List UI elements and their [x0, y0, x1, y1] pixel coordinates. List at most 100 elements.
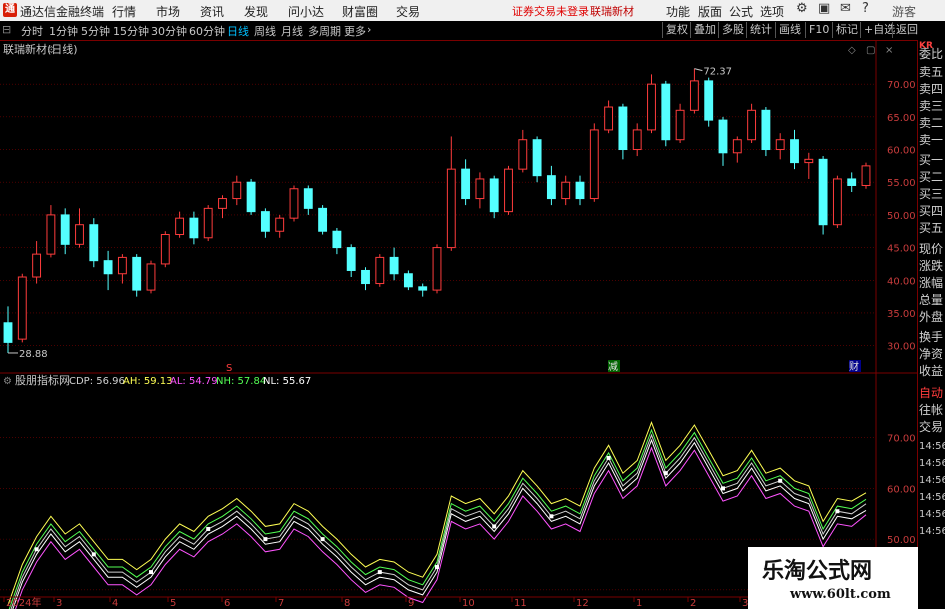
signal-marker-s[interactable]: S [226, 363, 232, 374]
high-arrow-icon [694, 68, 703, 72]
period-monthly[interactable]: 月线 [281, 23, 303, 39]
price-tick-label: 40.00 [887, 276, 916, 287]
label-volume: 总量 [919, 293, 944, 307]
tick-time: 14:56 [919, 458, 945, 469]
menu-gongneng[interactable]: 功能 [666, 3, 690, 20]
date-tick-label: 11 [514, 598, 527, 609]
title-dropdown-icon[interactable]: ⚙ [47, 45, 56, 56]
scroll-left-icon[interactable]: ⊟ [2, 23, 11, 36]
tick-time: 14:56 [919, 526, 945, 537]
candle-body [818, 158, 828, 226]
chart-expand-icon[interactable]: ▢ [866, 45, 875, 56]
menu-faxian[interactable]: 发现 [244, 3, 268, 20]
chart-close-icon[interactable]: × [885, 45, 893, 56]
menu-hangqing[interactable]: 行情 [112, 3, 136, 20]
tick-time: 14:56 [919, 475, 945, 486]
tool-diejia[interactable]: 叠加 [690, 22, 716, 38]
candle-body [32, 253, 42, 278]
period-toolbar: ⊟ 分时 1分钟 5分钟 15分钟 30分钟 60分钟 日线 周线 月线 多周期… [0, 21, 945, 41]
candle-body [432, 247, 442, 291]
date-tick-label: 7 [278, 598, 284, 609]
menu-xuanxiang[interactable]: 选项 [760, 3, 784, 20]
tool-tongji[interactable]: 统计 [746, 22, 772, 38]
candle-body [632, 129, 642, 151]
candle-body [604, 106, 614, 131]
tool-add-watchlist[interactable]: +自选 [860, 22, 895, 38]
indicator-tick-label: 50.00 [887, 535, 916, 546]
label-turnover: 换手 [919, 330, 944, 344]
menu-caifuquan[interactable]: 财富圈 [342, 3, 378, 20]
period-1min[interactable]: 1分钟 [49, 23, 78, 39]
label-trade[interactable]: 交易 [919, 419, 945, 435]
candle-body [318, 207, 328, 232]
tool-f10[interactable]: F10 [805, 22, 829, 38]
menu-jiaoyi[interactable]: 交易 [396, 3, 420, 20]
period-fenshi[interactable]: 分时 [21, 23, 43, 39]
settings-gear-icon[interactable]: ⚙ [796, 1, 808, 16]
period-15min[interactable]: 15分钟 [113, 23, 149, 39]
candle-body [418, 286, 428, 291]
menu-wenxiaoda[interactable]: 问小达 [288, 3, 324, 20]
label-account[interactable]: 往帐 [919, 402, 945, 418]
candle-body [790, 139, 799, 164]
label-sell3: 卖三 [919, 99, 944, 113]
message-icon[interactable]: ✉ [840, 1, 851, 16]
user-name[interactable]: 游客 [892, 3, 916, 20]
main-price-axis: 30.00 35.00 40.00 45.00 50.00 55.00 60.00 65.00… [887, 80, 916, 353]
chart-diamond-icon[interactable]: ◇ [848, 45, 856, 56]
label-change-pct: 涨幅 [919, 276, 944, 290]
trade-login-status[interactable]: 证券交易未登录 [512, 3, 589, 19]
cdp-readout: CDP: 56.96 [69, 376, 125, 387]
period-more[interactable]: 更多 [344, 23, 366, 39]
period-daily[interactable]: 日线 [227, 23, 249, 39]
finance-marker[interactable]: 财 [849, 360, 859, 373]
candle-body [461, 168, 471, 200]
help-icon[interactable]: ? [862, 1, 869, 16]
tool-huaxian[interactable]: 画线 [775, 22, 801, 38]
skin-icon[interactable]: ▣ [818, 1, 830, 16]
reduce-marker[interactable]: 减 [608, 361, 618, 373]
menu-banmian[interactable]: 版面 [698, 3, 722, 20]
al-readout: AL: 54.79 [170, 376, 218, 387]
price-tick-label: 50.00 [887, 211, 916, 222]
label-auto[interactable]: 自动 [919, 385, 945, 401]
menu-zixun[interactable]: 资讯 [200, 3, 224, 20]
candle-body [260, 211, 270, 232]
period-weekly[interactable]: 周线 [254, 23, 276, 39]
period-5min[interactable]: 5分钟 [81, 23, 110, 39]
main-chart-title: 联瑞新材(日线) [3, 42, 78, 56]
candle-body [303, 188, 313, 209]
tool-duogu[interactable]: 多股 [718, 22, 744, 38]
cdp-dot [549, 514, 554, 519]
app-logo-icon: 通 [3, 3, 17, 17]
candle-body [218, 198, 227, 209]
indicator-settings-icon[interactable]: ⚙ [3, 376, 12, 387]
menu-gongshi[interactable]: 公式 [729, 3, 753, 20]
candle-body [589, 129, 599, 200]
label-outer-volume: 外盘 [919, 310, 944, 324]
cdp-dot [377, 570, 382, 575]
more-chevron-icon[interactable]: › [367, 23, 371, 36]
price-tick-label: 35.00 [887, 309, 916, 320]
app-title: 通达信金融终端 [20, 5, 105, 19]
indicator-lines [7, 420, 867, 609]
candle-body [146, 263, 156, 291]
cdp-dot [606, 455, 611, 460]
candle-body [117, 256, 127, 275]
tool-back[interactable]: 返回 [892, 22, 918, 38]
date-tick-label: 5 [170, 598, 176, 609]
candle-body [17, 276, 27, 340]
candle-body [689, 80, 699, 111]
label-price: 现价 [919, 242, 944, 256]
watermark-url: www.60lt.com [790, 587, 891, 602]
chart-area[interactable]: 30.00 35.00 40.00 45.00 50.00 55.00 60.00 65.00… [0, 40, 917, 609]
period-multi[interactable]: 多周期 [308, 23, 341, 39]
tool-fuquan[interactable]: 复权 [662, 22, 688, 38]
candle-body [832, 178, 842, 226]
period-30min[interactable]: 30分钟 [151, 23, 187, 39]
candle-body [546, 175, 556, 200]
candle-body [346, 247, 356, 271]
tool-biaoji[interactable]: 标记 [832, 22, 858, 38]
menu-shichang[interactable]: 市场 [156, 3, 180, 20]
period-60min[interactable]: 60分钟 [189, 23, 225, 39]
